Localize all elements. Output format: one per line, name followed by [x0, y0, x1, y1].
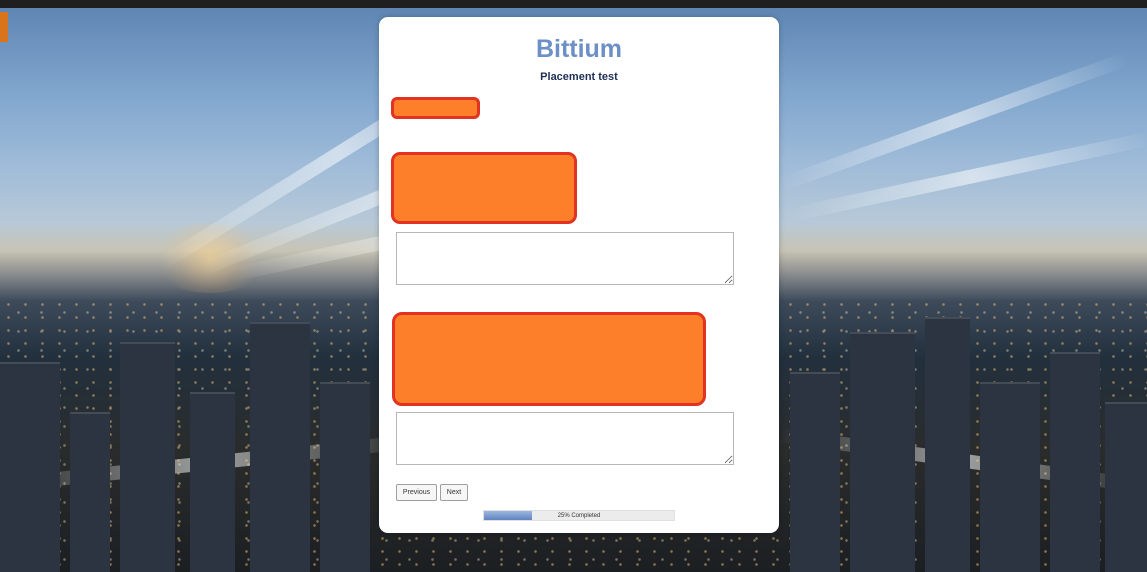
- browser-top-bar: [0, 0, 1147, 8]
- answer-2-textarea[interactable]: [396, 412, 734, 465]
- answer-1-textarea[interactable]: [396, 232, 734, 285]
- redacted-question-1: [391, 152, 577, 224]
- bittium-logo: Bittium: [535, 35, 623, 63]
- redacted-question-2: [392, 312, 706, 406]
- progress-bar: 25% Completed: [483, 510, 675, 521]
- progress-label: 25% Completed: [557, 513, 601, 519]
- redacted-label: [391, 97, 480, 119]
- side-toggle-tab[interactable]: [0, 12, 8, 42]
- survey-card: Bittium Placement test Previous Next 25%…: [379, 17, 779, 533]
- page-title: Placement test: [540, 71, 618, 83]
- next-button[interactable]: Next: [440, 484, 468, 501]
- previous-button[interactable]: Previous: [396, 484, 437, 501]
